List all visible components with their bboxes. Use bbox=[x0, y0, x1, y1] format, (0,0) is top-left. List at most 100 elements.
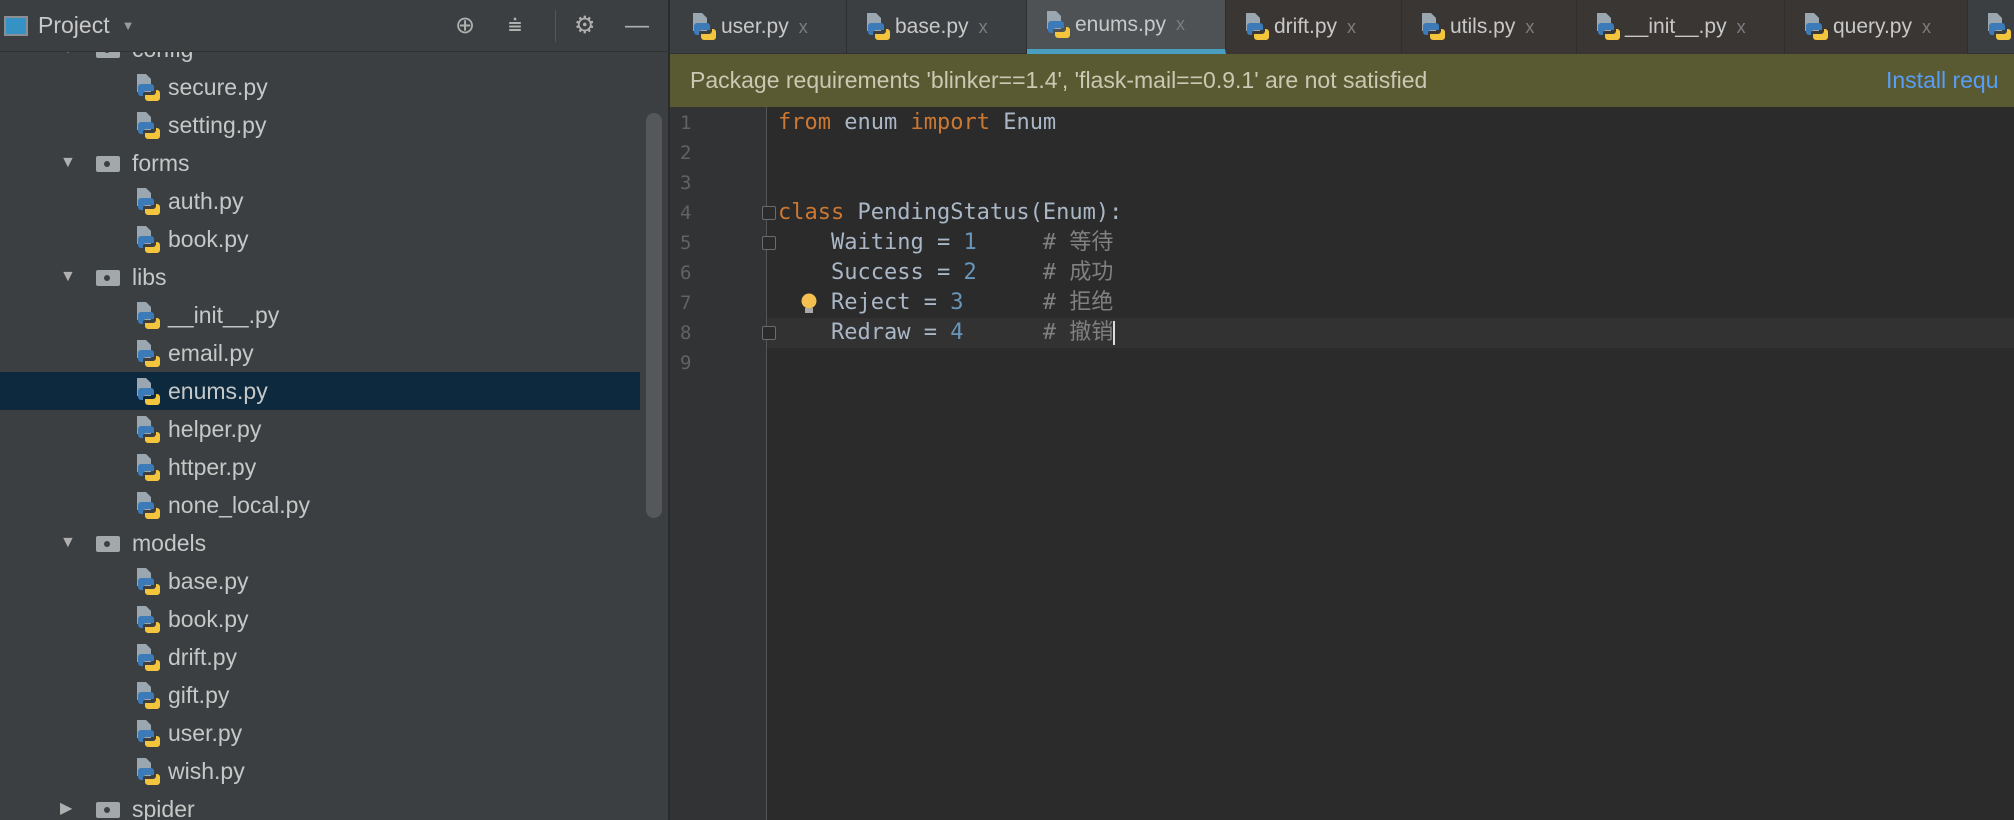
hide-icon[interactable]: — bbox=[625, 12, 649, 40]
file-label: book.py bbox=[168, 226, 249, 252]
tab-label: __init__.py bbox=[1625, 15, 1727, 38]
code-editor[interactable]: 1 2 3 4 5 6 7 8 9 from enum import Enum class Pe… bbox=[670, 107, 2014, 820]
close-icon[interactable]: x bbox=[1176, 14, 1185, 35]
tree-file[interactable]: setting.py bbox=[0, 106, 640, 144]
fold-marker-icon[interactable] bbox=[762, 326, 776, 340]
folder-icon bbox=[96, 270, 120, 286]
tree-folder[interactable]: ▼ libs bbox=[0, 258, 640, 296]
package-requirements-banner: Package requirements 'blinker==1.4', 'fl… bbox=[670, 54, 2014, 107]
close-icon[interactable]: x bbox=[979, 17, 988, 38]
python-file-icon bbox=[1420, 13, 1446, 41]
close-icon[interactable]: x bbox=[799, 17, 808, 38]
tree-file[interactable]: base.py bbox=[0, 562, 640, 600]
python-file-icon bbox=[135, 568, 161, 596]
tab-label: drift.py bbox=[1274, 15, 1338, 38]
tab-userpy[interactable]: user.py x bbox=[673, 0, 847, 54]
project-title[interactable]: Project bbox=[38, 12, 110, 39]
tree-file[interactable]: gift.py bbox=[0, 676, 640, 714]
sidebar-scrollbar[interactable] bbox=[646, 113, 662, 518]
tree-file[interactable]: secure.py bbox=[0, 68, 640, 106]
code-text: Enum bbox=[989, 110, 1057, 135]
file-label: email.py bbox=[168, 340, 254, 366]
tab-label: utils.py bbox=[1450, 15, 1516, 38]
tab-overflow[interactable] bbox=[1968, 0, 2014, 54]
comment: # 等待 bbox=[1042, 230, 1114, 255]
tab-utilspy[interactable]: utils.py x bbox=[1402, 0, 1577, 54]
tab-basepy[interactable]: base.py x bbox=[847, 0, 1027, 54]
code-text: Success = bbox=[778, 260, 964, 285]
folder-icon bbox=[96, 802, 120, 818]
collapse-all-icon[interactable]: ⩧ bbox=[508, 12, 522, 40]
tab-driftpy[interactable]: drift.py x bbox=[1226, 0, 1402, 54]
project-icon bbox=[4, 15, 28, 36]
install-requirements-link[interactable]: Install requ bbox=[1886, 54, 1999, 107]
tree-file[interactable]: book.py bbox=[0, 600, 640, 638]
tab-enumspy[interactable]: enums.py x bbox=[1027, 0, 1226, 54]
expand-arrow-icon[interactable]: ▼ bbox=[60, 258, 76, 296]
python-file-icon bbox=[691, 13, 717, 41]
close-icon[interactable]: x bbox=[1347, 17, 1356, 38]
close-icon[interactable]: x bbox=[1922, 17, 1931, 38]
code-line-5: Waiting = 1 # 等待 bbox=[778, 228, 1113, 258]
expand-arrow-icon[interactable]: ▼ bbox=[60, 144, 76, 182]
python-file-icon bbox=[135, 492, 161, 520]
tree-file[interactable]: helper.py bbox=[0, 410, 640, 448]
tree-file[interactable]: enums.py bbox=[0, 372, 640, 410]
tree-file[interactable]: user.py bbox=[0, 714, 640, 752]
python-file-icon bbox=[865, 13, 891, 41]
line-number-gutter: 1 2 3 4 5 6 7 8 9 bbox=[670, 107, 767, 820]
file-label: setting.py bbox=[168, 112, 267, 138]
python-file-icon bbox=[135, 188, 161, 216]
collapse-arrow-icon[interactable]: ▶ bbox=[60, 790, 72, 820]
number: 4 bbox=[950, 320, 964, 345]
close-icon[interactable]: x bbox=[1525, 17, 1534, 38]
tree-file[interactable]: httper.py bbox=[0, 448, 640, 486]
keyword: import bbox=[910, 110, 990, 135]
tree-folder[interactable]: ▶ spider bbox=[0, 790, 640, 820]
file-label: book.py bbox=[168, 606, 249, 632]
file-label: httper.py bbox=[168, 454, 257, 480]
python-file-icon bbox=[135, 606, 161, 634]
tab-querypy[interactable]: query.py x bbox=[1785, 0, 1968, 54]
tab-initpy[interactable]: __init__.py x bbox=[1577, 0, 1785, 54]
file-label: enums.py bbox=[168, 378, 268, 404]
python-file-icon bbox=[135, 112, 161, 140]
spacing bbox=[977, 230, 1043, 255]
tree-file[interactable]: __init__.py bbox=[0, 296, 640, 334]
tree-file[interactable]: none_local.py bbox=[0, 486, 640, 524]
tree-folder[interactable]: ▼ models bbox=[0, 524, 640, 562]
line-number: 4 bbox=[680, 202, 692, 224]
tree-file[interactable]: auth.py bbox=[0, 182, 640, 220]
spacing bbox=[977, 260, 1043, 285]
file-label: drift.py bbox=[168, 644, 238, 670]
number: 2 bbox=[963, 260, 977, 285]
tree-folder[interactable]: ▼ forms bbox=[0, 144, 640, 182]
locate-icon[interactable]: ⊕ bbox=[455, 12, 475, 40]
python-file-icon bbox=[135, 720, 161, 748]
tree-file[interactable]: drift.py bbox=[0, 638, 640, 676]
line-number: 7 bbox=[680, 292, 692, 314]
tab-label: base.py bbox=[895, 15, 969, 38]
folder-label: models bbox=[132, 530, 207, 556]
gear-icon[interactable]: ⚙ bbox=[574, 12, 596, 40]
file-label: user.py bbox=[168, 720, 243, 746]
comment: # 成功 bbox=[1042, 260, 1114, 285]
fold-marker-icon[interactable] bbox=[762, 206, 776, 220]
lightbulb-icon[interactable] bbox=[800, 293, 818, 315]
tab-label: user.py bbox=[721, 15, 789, 38]
python-file-icon bbox=[135, 758, 161, 786]
expand-arrow-icon[interactable]: ▼ bbox=[60, 524, 76, 562]
python-file-icon bbox=[135, 378, 161, 406]
editor-tabs: user.py x base.py x enums.py x drift.py x utils.… bbox=[670, 0, 2014, 54]
close-icon[interactable]: x bbox=[1737, 17, 1746, 38]
code-line-6: Success = 2 # 成功 bbox=[778, 258, 1113, 288]
folder-label: forms bbox=[132, 150, 190, 176]
tree-file[interactable]: email.py bbox=[0, 334, 640, 372]
fold-marker-icon[interactable] bbox=[762, 236, 776, 250]
tree-file[interactable]: wish.py bbox=[0, 752, 640, 790]
chevron-down-icon[interactable]: ▼ bbox=[122, 18, 135, 33]
code-line-8: Redraw = 4 # 撤销 bbox=[778, 318, 1116, 348]
line-number: 9 bbox=[680, 352, 692, 374]
tree-file[interactable]: book.py bbox=[0, 220, 640, 258]
spacing bbox=[963, 320, 1042, 345]
